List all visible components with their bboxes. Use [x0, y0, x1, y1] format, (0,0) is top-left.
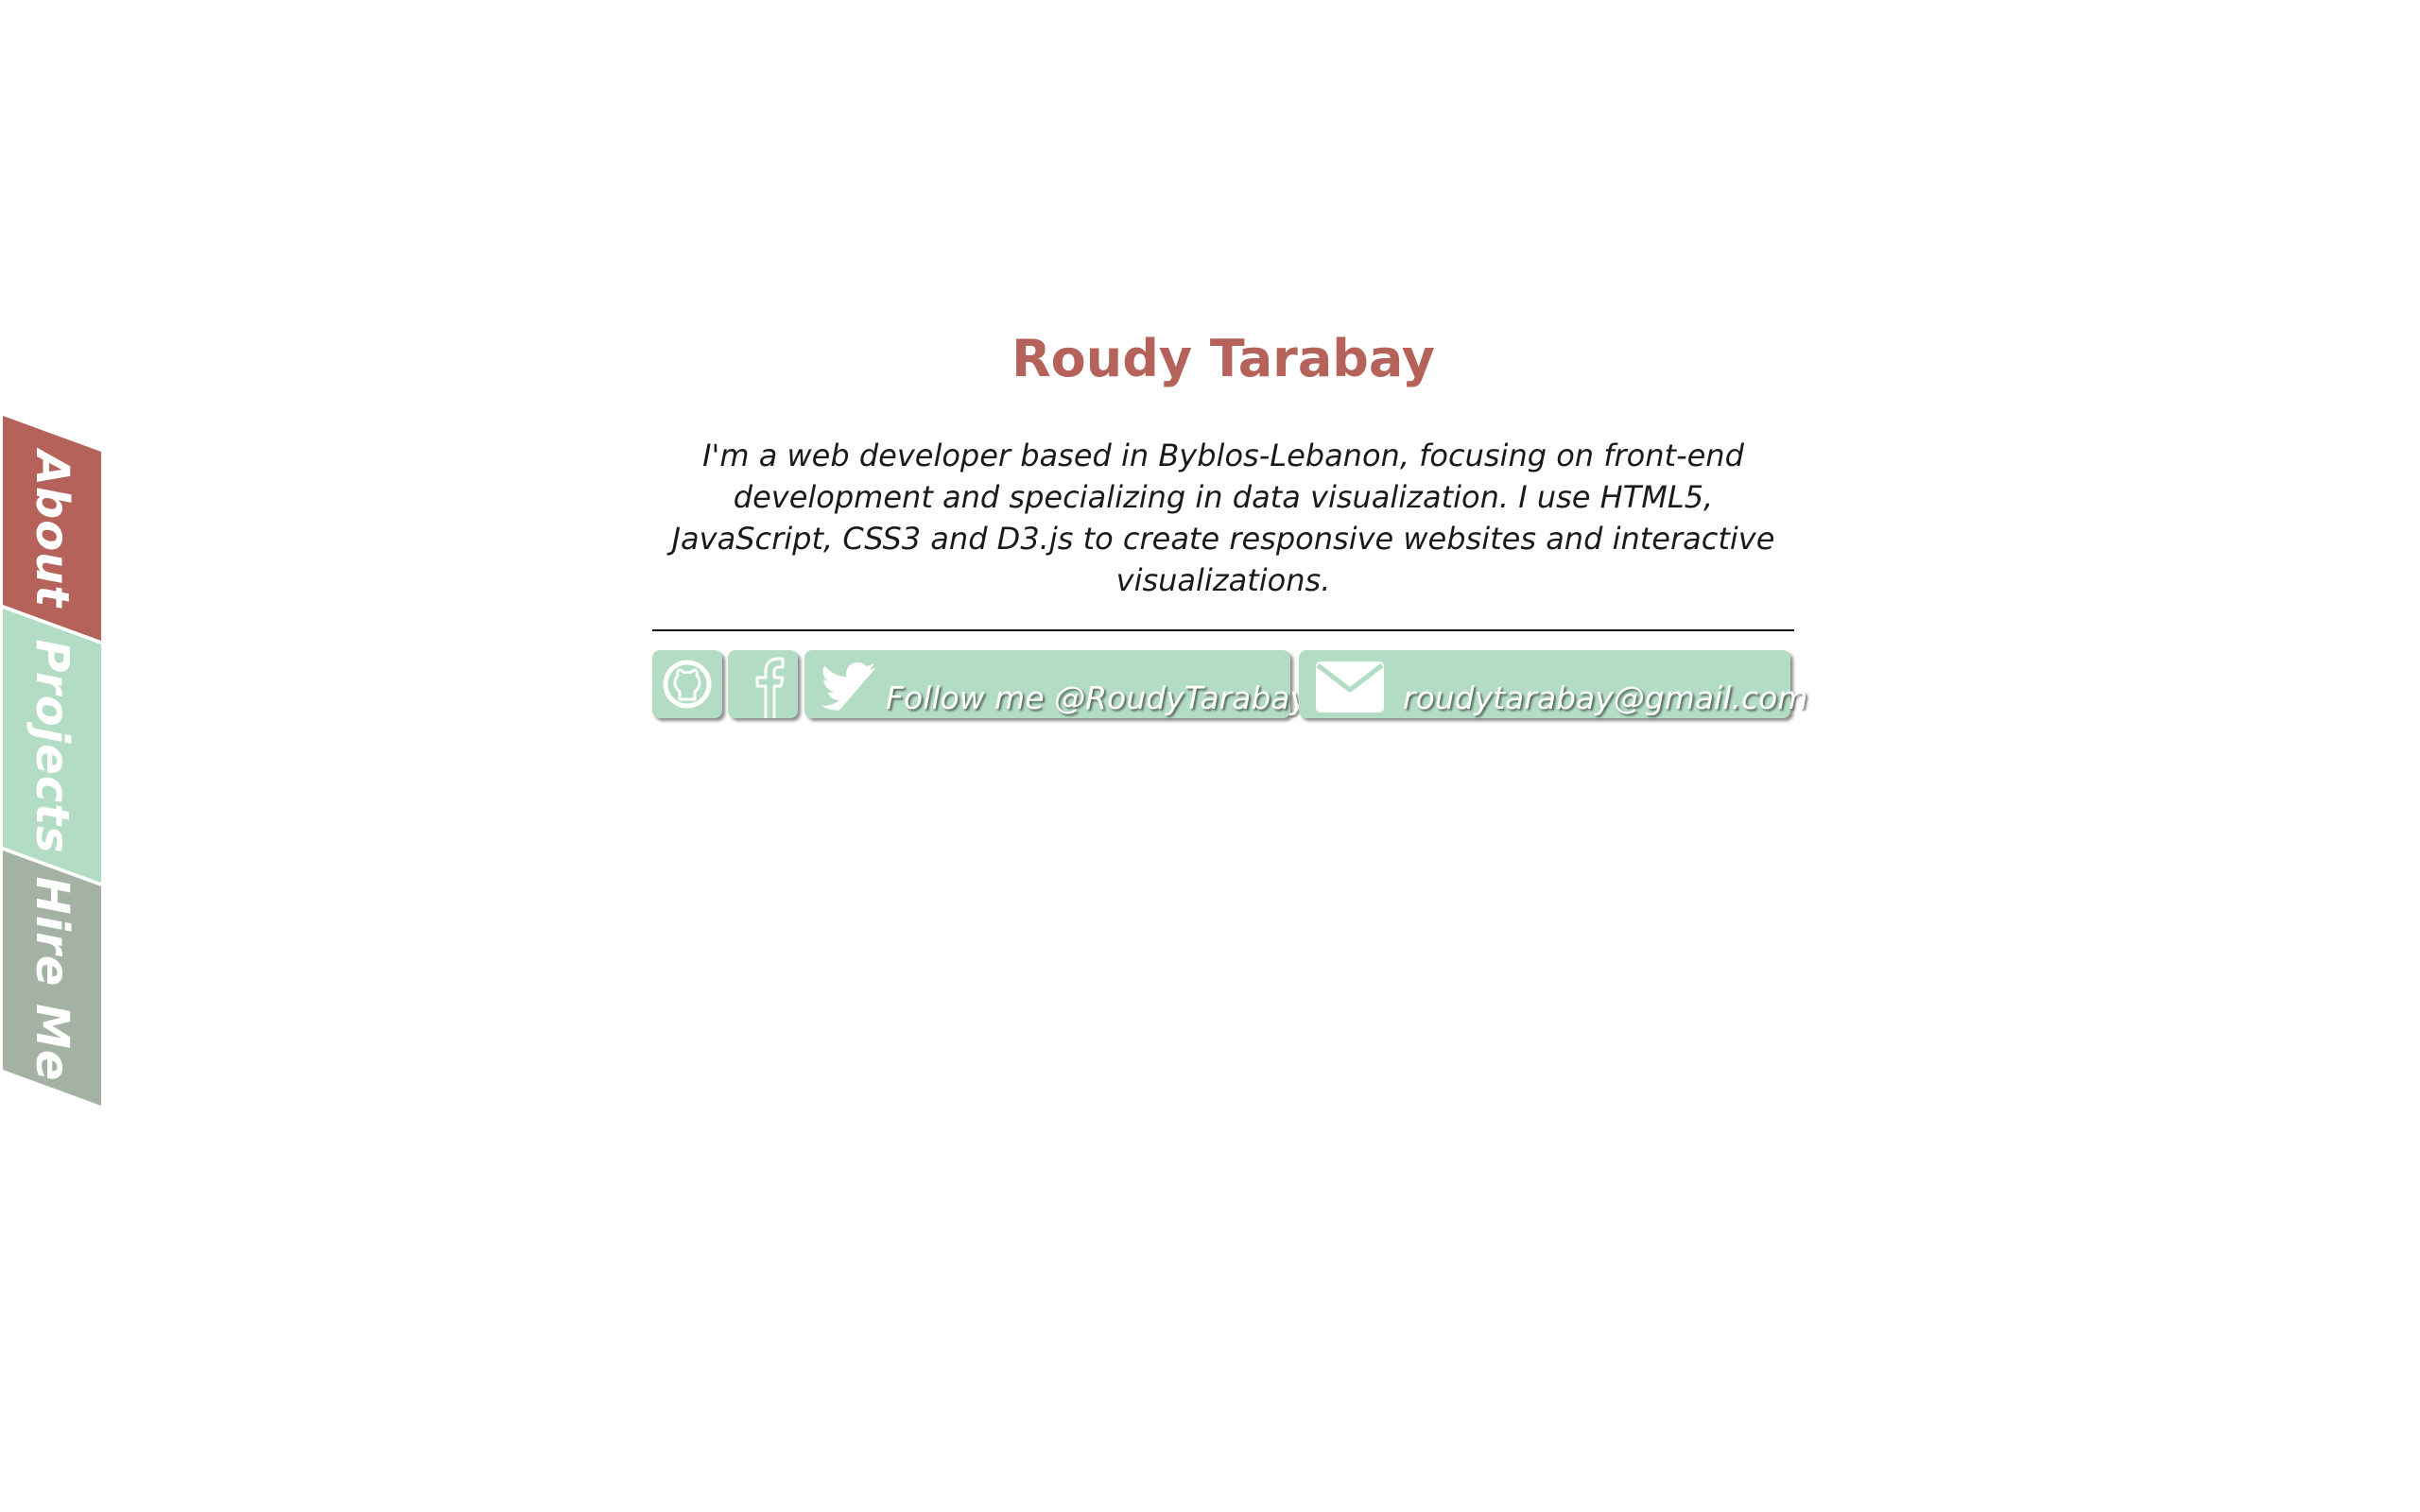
nav-item-hire-me[interactable]: Hire Me — [3, 869, 101, 1089]
twitter-follow-label: Follow me @RoudyTarabay — [886, 679, 1309, 716]
profile-section: Roudy Tarabay I'm a web developer based … — [652, 312, 1807, 722]
facebook-button[interactable] — [728, 650, 798, 718]
twitter-follow-button[interactable]: Follow me @RoudyTarabay — [804, 650, 1308, 718]
email-address-label: roudytarabay@gmail.com — [1403, 679, 1808, 716]
github-icon — [663, 660, 712, 709]
nav-item-label: About — [26, 450, 78, 609]
divider — [652, 629, 1794, 631]
facebook-icon — [755, 657, 785, 718]
social-links: Follow me @RoudyTarabay roudytarabay@gma… — [652, 650, 1807, 722]
twitter-icon — [821, 662, 877, 711]
side-nav: About Projects Hire Me — [0, 0, 113, 1512]
email-button[interactable]: roudytarabay@gmail.com — [1299, 650, 1807, 718]
github-button[interactable] — [652, 650, 722, 718]
bio-text: I'm a web developer based in Byblos-Leba… — [671, 438, 1775, 598]
nav-item-label: Projects — [26, 639, 78, 854]
envelope-icon — [1316, 662, 1384, 713]
nav-item-projects[interactable]: Projects — [3, 627, 101, 866]
nav-item-label: Hire Me — [26, 876, 78, 1082]
page-title: Roudy Tarabay — [1011, 329, 1435, 388]
nav-item-about[interactable]: About — [3, 435, 101, 624]
